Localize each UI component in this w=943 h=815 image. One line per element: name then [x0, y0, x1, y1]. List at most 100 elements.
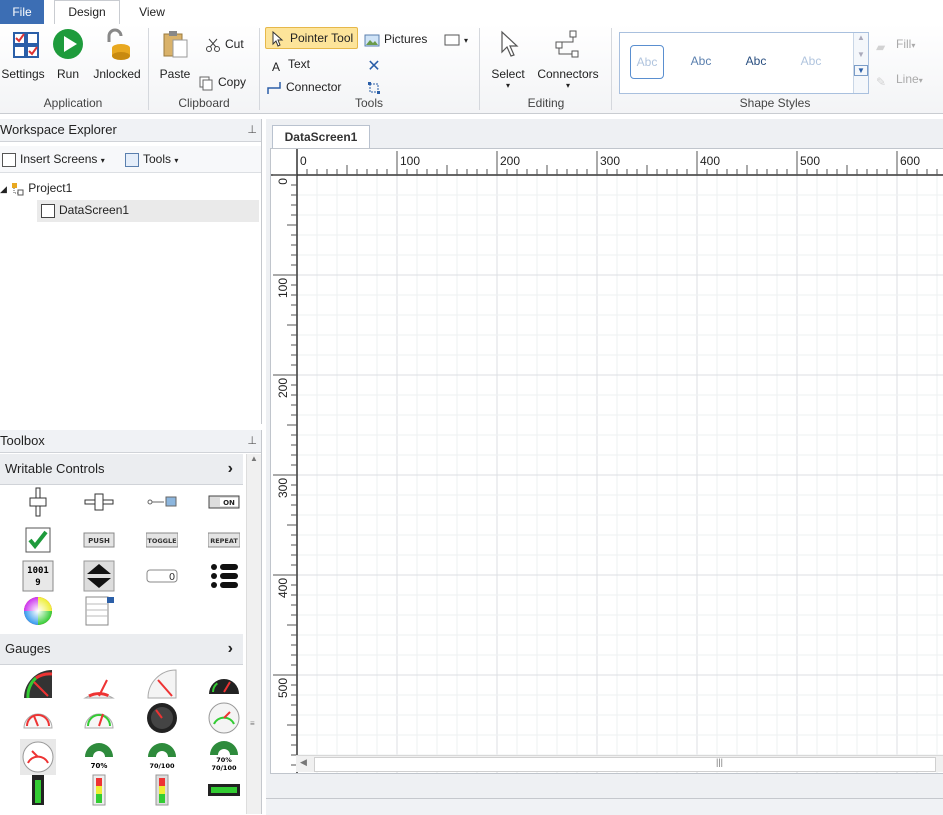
on-switch-tool[interactable]: ON [208, 486, 240, 518]
chevron-down-icon[interactable]: ▼ [854, 50, 868, 59]
reshape-button[interactable] [366, 77, 386, 97]
list-tool[interactable] [208, 560, 240, 592]
chevron-left-icon[interactable]: ◀ [300, 757, 307, 768]
chevron-right-icon: › [227, 640, 233, 657]
workspace-toolbar: Insert Screens ▾ Tools ▾ [0, 146, 261, 173]
gauge-tool-4[interactable] [208, 668, 240, 700]
shape-rectangle-dropdown[interactable]: ▾ [444, 29, 468, 49]
fill-button[interactable]: ▰ Fill▾ [876, 34, 915, 54]
pictures-button[interactable]: Pictures [364, 29, 427, 49]
settings-label: Settings [1, 67, 45, 81]
insert-screens-label: Insert Screens [20, 152, 98, 166]
paste-label: Paste [159, 67, 191, 81]
tree-item-project[interactable]: ◢ Project1 [0, 178, 72, 198]
pictures-icon [364, 32, 380, 48]
connector-tool-button[interactable]: Connector [266, 77, 341, 97]
run-button[interactable]: Run [52, 28, 84, 81]
gauge-tool-1[interactable] [22, 668, 54, 700]
percent-gauge-tool-3[interactable]: 70%70/100 [208, 739, 240, 771]
scroll-thumb[interactable] [314, 757, 936, 772]
binary-label: 1001 [27, 566, 49, 576]
delete-button[interactable]: ✕ [366, 54, 386, 75]
gauge-tool-8[interactable] [208, 702, 240, 734]
gauge-tool-5[interactable] [22, 702, 54, 734]
canvas-horizontal-scrollbar[interactable]: ◀ ||| [296, 755, 943, 772]
connectors-button[interactable]: Connectors ▾ [534, 28, 602, 90]
insert-screens-button[interactable]: Insert Screens ▾ [2, 149, 105, 169]
text-tool-button[interactable]: A Text [268, 54, 310, 74]
group-label-clipboard: Clipboard [178, 96, 230, 110]
gauge-tool-2[interactable] [83, 668, 115, 700]
ruler-tick-label: 100 [276, 278, 290, 298]
repeat-button-tool[interactable]: REPEAT [208, 524, 240, 556]
ruler-tick-label: 300 [276, 478, 290, 498]
shape-style-4[interactable]: Abc [795, 45, 827, 77]
shape-styles-gallery: Abc Abc Abc Abc ▲ ▼ ▼ [619, 32, 869, 94]
shape-style-3[interactable]: Abc [740, 45, 772, 77]
bar-gauge-tool-4[interactable] [208, 774, 240, 806]
chevron-up-icon[interactable]: ▲ [247, 454, 261, 463]
tab-design[interactable]: Design [54, 0, 120, 25]
ratio-label: 70/100 [212, 764, 237, 771]
gauge-tool-9[interactable] [20, 739, 56, 775]
spinner-tool[interactable] [83, 560, 115, 592]
document-tab[interactable]: DataScreen1 [272, 125, 370, 148]
key-switch-tool[interactable] [146, 486, 178, 518]
line-button[interactable]: ✎ Line▾ [876, 69, 923, 89]
gauge-tool-6[interactable] [83, 702, 115, 734]
percent-gauge-tool-2[interactable]: 70/100 [146, 739, 178, 771]
gauge-tool-7[interactable] [146, 702, 178, 734]
chevron-up-icon[interactable]: ▲ [854, 33, 868, 42]
copy-label: Copy [218, 75, 247, 89]
ribbon-tab-bar: File Design View [0, 0, 943, 25]
shape-style-2[interactable]: Abc [685, 45, 717, 77]
unlocked-button[interactable]: Jnlocked [90, 28, 144, 81]
text-input-tool[interactable]: 0 [146, 560, 178, 592]
reshape-icon [366, 80, 382, 96]
copy-button[interactable]: Copy [198, 72, 246, 92]
chevron-down-icon: ▾ [100, 156, 105, 165]
pin-icon[interactable]: ⊥ [247, 119, 257, 141]
select-button[interactable]: Select ▾ [488, 28, 528, 90]
dropdown-list-tool[interactable] [83, 595, 115, 627]
pointer-tool-button[interactable]: Pointer Tool [265, 27, 359, 49]
group-label-shape-styles: Shape Styles [739, 96, 811, 110]
connector-icon [266, 80, 282, 96]
bar-gauge-tool-3[interactable] [146, 774, 178, 806]
bar-gauge-tool-2[interactable] [83, 774, 115, 806]
color-picker-tool[interactable] [22, 595, 54, 627]
cut-label: Cut [225, 37, 244, 51]
settings-button[interactable]: Settings [0, 28, 46, 81]
horizontal-slider-tool[interactable] [83, 486, 115, 518]
design-canvas[interactable]: 0 100 200 300 400 500 600 0 100 200 300 400 500 [270, 148, 943, 774]
ruler-tick-label: 600 [900, 154, 920, 168]
pin-icon[interactable]: ⊥ [247, 430, 257, 452]
paste-button[interactable]: Paste [157, 28, 193, 81]
checkbox-tool[interactable] [22, 524, 54, 556]
tools-dropdown-button[interactable]: Tools ▾ [125, 149, 178, 169]
vertical-slider-tool[interactable] [22, 486, 54, 518]
gallery-scrollbar[interactable]: ▲ ▼ ▼ [853, 33, 868, 93]
push-button-tool[interactable]: PUSH [83, 524, 115, 556]
group-label-tools: Tools [354, 96, 383, 110]
scroll-grip-icon[interactable]: ≡ [250, 719, 255, 728]
gallery-expand-icon[interactable]: ▼ [854, 65, 868, 76]
ribbon-separator [148, 28, 149, 110]
toolbox-scrollbar[interactable]: ▲ ≡ [246, 454, 261, 814]
numeric-input-tool[interactable]: 1001 9 [22, 560, 54, 592]
tab-view[interactable]: View [124, 1, 180, 23]
percent-gauge-tool-1[interactable]: 70% [83, 739, 115, 771]
screen-icon [41, 203, 55, 218]
expand-triangle-icon[interactable]: ◢ [0, 184, 7, 194]
toggle-button-tool[interactable]: TOGGLE [146, 524, 178, 556]
category-gauges[interactable]: Gauges › [0, 634, 243, 665]
gauge-tool-3[interactable] [146, 668, 178, 700]
close-icon: ✕ [367, 57, 381, 75]
bar-gauge-tool-1[interactable] [22, 774, 54, 806]
ribbon-separator [479, 28, 480, 110]
tab-file[interactable]: File [0, 0, 44, 24]
category-writable-controls[interactable]: Writable Controls › [0, 454, 243, 485]
tree-item-datascreen[interactable]: DataScreen1 [37, 200, 259, 222]
cut-button[interactable]: Cut [205, 34, 244, 54]
shape-style-1[interactable]: Abc [630, 45, 664, 79]
